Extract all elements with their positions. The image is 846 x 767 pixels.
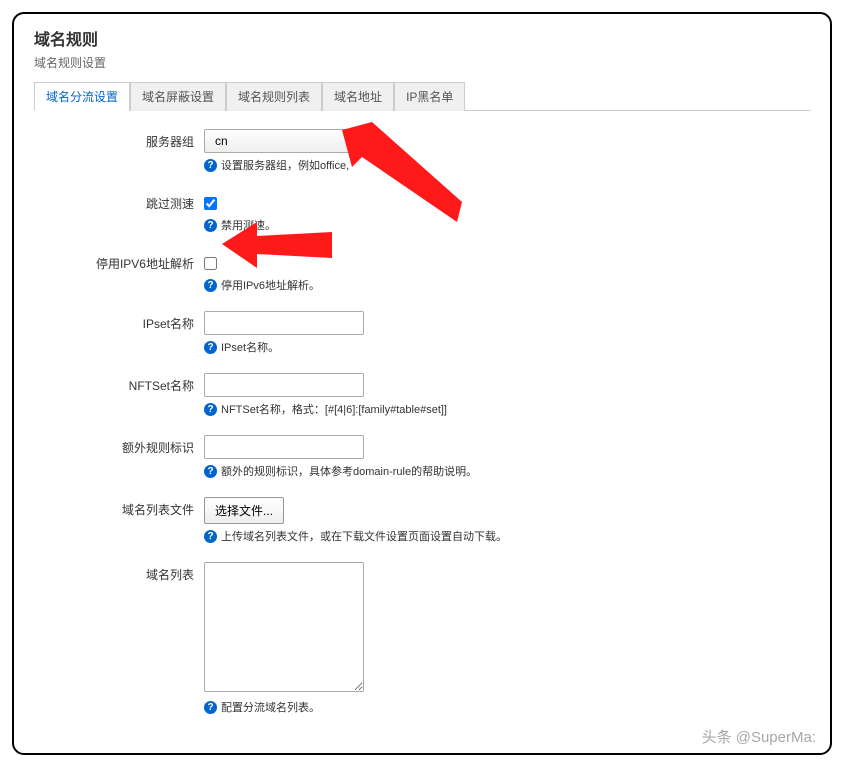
label-extra-rule: 额外规则标识 <box>34 435 204 456</box>
field-server-group: cn ? 设置服务器组，例如office, <box>204 129 810 173</box>
label-nftset-name: NFTSet名称 <box>34 373 204 394</box>
help-disable-ipv6: ? 停用IPv6地址解析。 <box>204 277 810 293</box>
field-domain-list: ? 配置分流域名列表。 <box>204 562 810 715</box>
label-domain-file: 域名列表文件 <box>34 497 204 518</box>
tab-domain-block[interactable]: 域名屏蔽设置 <box>130 82 226 111</box>
tab-domain-rules[interactable]: 域名规则列表 <box>226 82 322 111</box>
row-skip-speed: 跳过测速 ? 禁用测速。 <box>34 191 810 233</box>
help-extra-rule: ? 额外的规则标识，具体参考domain-rule的帮助说明。 <box>204 463 810 479</box>
row-nftset-name: NFTSet名称 ? NFTSet名称，格式：[#[4|6]:[family#t… <box>34 373 810 417</box>
help-nftset-name: ? NFTSet名称，格式：[#[4|6]:[family#table#set]… <box>204 401 810 417</box>
field-ipset-name: ? IPset名称。 <box>204 311 810 355</box>
label-ipset-name: IPset名称 <box>34 311 204 332</box>
help-icon: ? <box>204 219 217 232</box>
help-text-extra-rule: 额外的规则标识，具体参考domain-rule的帮助说明。 <box>221 463 477 479</box>
field-disable-ipv6: ? 停用IPv6地址解析。 <box>204 251 810 293</box>
choose-file-button[interactable]: 选择文件... <box>204 497 284 524</box>
help-icon: ? <box>204 465 217 478</box>
help-icon: ? <box>204 159 217 172</box>
help-text-nftset-name: NFTSet名称，格式：[#[4|6]:[family#table#set]] <box>221 401 447 417</box>
help-icon: ? <box>204 403 217 416</box>
field-domain-file: 选择文件... ? 上传域名列表文件，或在下载文件设置页面设置自动下载。 <box>204 497 810 544</box>
help-server-group: ? 设置服务器组，例如office, <box>204 157 810 173</box>
skip-speed-checkbox[interactable] <box>204 197 217 210</box>
label-domain-list: 域名列表 <box>34 562 204 583</box>
tab-ip-blacklist[interactable]: IP黑名单 <box>394 82 465 111</box>
label-disable-ipv6: 停用IPV6地址解析 <box>34 251 204 272</box>
page-subtitle: 域名规则设置 <box>34 54 810 71</box>
extra-rule-input[interactable] <box>204 435 364 459</box>
page-title: 域名规则 <box>34 26 810 50</box>
server-group-select[interactable]: cn <box>204 129 364 153</box>
help-icon: ? <box>204 701 217 714</box>
row-ipset-name: IPset名称 ? IPset名称。 <box>34 311 810 355</box>
help-domain-list: ? 配置分流域名列表。 <box>204 699 810 715</box>
help-icon: ? <box>204 279 217 292</box>
settings-window: 域名规则 域名规则设置 域名分流设置 域名屏蔽设置 域名规则列表 域名地址 IP… <box>12 12 832 755</box>
help-text-domain-file: 上传域名列表文件，或在下载文件设置页面设置自动下载。 <box>221 528 507 544</box>
help-text-server-group: 设置服务器组，例如office, <box>221 157 349 173</box>
help-ipset-name: ? IPset名称。 <box>204 339 810 355</box>
label-server-group: 服务器组 <box>34 129 204 150</box>
row-disable-ipv6: 停用IPV6地址解析 ? 停用IPv6地址解析。 <box>34 251 810 293</box>
row-server-group: 服务器组 cn ? 设置服务器组，例如office, <box>34 129 810 173</box>
nftset-name-input[interactable] <box>204 373 364 397</box>
help-text-domain-list: 配置分流域名列表。 <box>221 699 320 715</box>
watermark-text: 头条 @SuperMa: <box>702 726 816 747</box>
tab-domain-split[interactable]: 域名分流设置 <box>34 82 130 111</box>
tab-bar: 域名分流设置 域名屏蔽设置 域名规则列表 域名地址 IP黑名单 <box>34 81 810 111</box>
disable-ipv6-checkbox[interactable] <box>204 257 217 270</box>
label-skip-speed: 跳过测速 <box>34 191 204 212</box>
field-skip-speed: ? 禁用测速。 <box>204 191 810 233</box>
help-domain-file: ? 上传域名列表文件，或在下载文件设置页面设置自动下载。 <box>204 528 810 544</box>
help-text-ipset-name: IPset名称。 <box>221 339 279 355</box>
help-text-skip-speed: 禁用测速。 <box>221 217 276 233</box>
row-extra-rule: 额外规则标识 ? 额外的规则标识，具体参考domain-rule的帮助说明。 <box>34 435 810 479</box>
help-text-disable-ipv6: 停用IPv6地址解析。 <box>221 277 320 293</box>
help-skip-speed: ? 禁用测速。 <box>204 217 810 233</box>
field-extra-rule: ? 额外的规则标识，具体参考domain-rule的帮助说明。 <box>204 435 810 479</box>
field-nftset-name: ? NFTSet名称，格式：[#[4|6]:[family#table#set]… <box>204 373 810 417</box>
help-icon: ? <box>204 530 217 543</box>
row-domain-list: 域名列表 ? 配置分流域名列表。 <box>34 562 810 715</box>
domain-list-textarea[interactable] <box>204 562 364 692</box>
ipset-name-input[interactable] <box>204 311 364 335</box>
help-icon: ? <box>204 341 217 354</box>
row-domain-file: 域名列表文件 选择文件... ? 上传域名列表文件，或在下载文件设置页面设置自动… <box>34 497 810 544</box>
tab-domain-address[interactable]: 域名地址 <box>322 82 394 111</box>
